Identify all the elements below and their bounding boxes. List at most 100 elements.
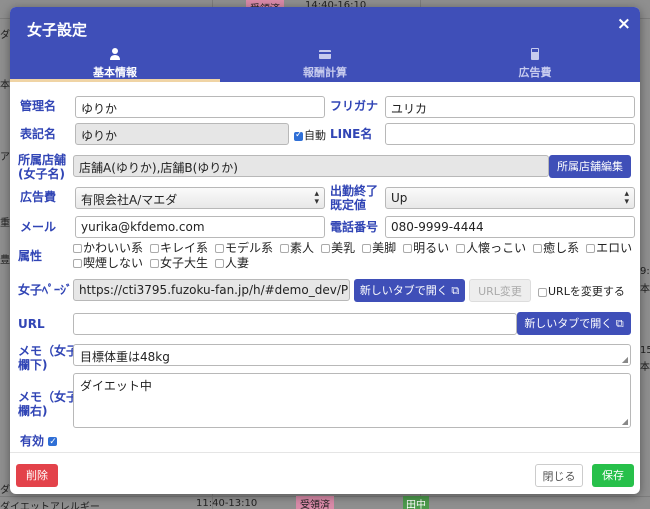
open-new-tab-label: 新しいタブで開く [524, 317, 613, 330]
bg-cell: 本 [640, 284, 650, 295]
ad-cost-select[interactable]: 有限会社A/マエダ ▴ ▾ [75, 187, 325, 209]
memo-right-label-line2: 欄右) [18, 404, 48, 418]
tab-label: 基本情報 [93, 66, 137, 79]
resize-handle-icon[interactable]: ◢ [622, 355, 628, 364]
memo-right-label-line1: メモ（女子 [18, 390, 79, 404]
attribute-label: モデル系 [225, 241, 274, 255]
attribute-checkbox[interactable]: エロい [586, 241, 632, 256]
auto-checkbox[interactable]: 自動 [294, 127, 326, 143]
store-label-line2: (女子名) [18, 167, 65, 181]
manager-name-input[interactable]: ゆりか [75, 96, 325, 118]
attribute-label: かわいい系 [83, 241, 144, 255]
open-new-tab-button[interactable]: 新しいタブで開く ⧉ [354, 279, 465, 302]
memo-right-textarea[interactable]: ダイエット中 ◢ [73, 373, 631, 428]
enabled-checkbox[interactable]: 有効 [20, 434, 58, 449]
attribute-checkbox[interactable]: 美脚 [362, 241, 396, 256]
bg-cell: 15 [640, 345, 650, 356]
checkbox-icon [362, 244, 372, 253]
checkbox-icon [538, 287, 547, 297]
bg-cell: 豊 [0, 255, 10, 266]
tab-label: 広告費 [518, 66, 552, 79]
tab-ad-cost[interactable]: 広告費 [430, 44, 640, 82]
checkbox-icon [403, 244, 413, 253]
checkbox-icon [73, 259, 82, 268]
attribute-checkbox[interactable]: モデル系 [215, 241, 273, 256]
store-edit-button[interactable]: 所属店舗編集 [549, 155, 631, 178]
ad-cost-label: 広告費 [20, 190, 57, 204]
checkbox-icon [215, 244, 225, 253]
memo-right-text: ダイエット中 [80, 379, 152, 393]
url-open-new-tab-button[interactable]: 新しいタブで開く ⧉ [517, 312, 631, 335]
store-field: 店舗A(ゆりか),店舗B(ゆりか) [73, 155, 549, 177]
attribute-checkbox[interactable]: キレイ系 [150, 241, 208, 256]
attribute-checkbox[interactable]: 女子大生 [150, 256, 208, 271]
memo-lower-label-line2: 欄下) [18, 358, 48, 372]
attribute-label: 癒し系 [543, 241, 580, 255]
attributes-label: 属性 [18, 249, 43, 263]
tab-reward-calc[interactable]: 報酬計算 [220, 44, 430, 82]
furigana-label: フリガナ [330, 99, 379, 113]
close-button[interactable]: 閉じる [535, 464, 583, 487]
bg-cell: 9:3 [640, 266, 650, 277]
checkbox-icon [150, 259, 160, 268]
modal-footer: 削除 閉じる 保存 [10, 452, 640, 494]
attribute-checkbox[interactable]: 癒し系 [533, 241, 579, 256]
attribute-checkbox[interactable]: 素人 [280, 241, 314, 256]
attribute-checkbox[interactable]: 喫煙しない [73, 256, 143, 271]
checkbox-icon [73, 244, 82, 253]
phone-input[interactable]: 080-9999-4444 [385, 216, 635, 238]
resize-handle-icon[interactable]: ◢ [622, 417, 628, 426]
attribute-checkbox[interactable]: 人妻 [215, 256, 249, 271]
url-change-check-label: URLを変更する [548, 285, 625, 298]
url-change-checkbox[interactable]: URLを変更する [538, 283, 625, 299]
attribute-label: 女子大生 [160, 256, 209, 270]
attribute-checkbox[interactable]: かわいい系 [73, 241, 143, 256]
attribute-label: 明るい [413, 241, 450, 255]
delete-button[interactable]: 削除 [16, 464, 58, 487]
auto-label: 自動 [304, 129, 326, 142]
line-name-input[interactable] [385, 123, 635, 145]
manager-name-label: 管理名 [20, 99, 57, 113]
url-label: URL [18, 317, 45, 331]
attribute-label: 喫煙しない [83, 256, 144, 270]
girl-page-url-field[interactable]: https://cti3795.fuzoku-fan.jp/h/#demo_de… [73, 279, 350, 301]
card-icon [319, 50, 331, 59]
attribute-label: 人妻 [225, 256, 250, 270]
attribute-label: エロい [596, 241, 633, 255]
close-icon[interactable]: × [617, 14, 631, 34]
attributes-group: かわいい系 キレイ系 モデル系 素人 美乳 美脚 明るい 人懐っこい 癒し系 エロい喫煙しない 女子… [73, 241, 640, 271]
attribute-checkbox[interactable]: 美乳 [321, 241, 355, 256]
phone-label: 電話番号 [330, 220, 379, 234]
attribute-checkbox[interactable]: 明るい [403, 241, 449, 256]
checkbox-icon [215, 259, 225, 268]
bg-badge: 受領済 [296, 496, 334, 509]
memo-lower-text: 目標体重は48kg [80, 350, 170, 364]
attribute-checkbox[interactable]: 人懐っこい [456, 241, 526, 256]
checkbox-icon [321, 244, 331, 253]
email-label: メール [20, 220, 57, 234]
shift-end-select[interactable]: Up ▴ ▾ [385, 187, 635, 209]
checkbox-checked-icon [294, 130, 303, 141]
memo-lower-textarea[interactable]: 目標体重は48kg ◢ [73, 344, 631, 366]
bg-memo: ダイエットアレルギー [0, 502, 100, 509]
tab-basic-info[interactable]: 基本情報 [10, 44, 220, 82]
girl-settings-modal: 女子設定 × 基本情報 報酬計算 広告費 管理名 ゆりか フリガナ ユリカ 表記… [10, 7, 640, 494]
url-change-button[interactable]: URL変更 [469, 279, 531, 302]
checkbox-icon [280, 244, 290, 253]
modal-title: 女子設定 [27, 21, 88, 39]
ad-cost-value: 有限会社A/マエダ [81, 193, 178, 207]
calculator-icon [531, 48, 539, 60]
store-label: 所属店舗 (女子名) [18, 153, 66, 181]
url-input[interactable] [73, 313, 517, 335]
attribute-label: 素人 [290, 241, 315, 255]
display-name-label: 表記名 [20, 127, 57, 141]
display-name-input[interactable]: ゆりか [75, 123, 289, 145]
email-input[interactable]: yurika@kfdemo.com [75, 216, 325, 238]
line-name-label: LINE名 [330, 127, 373, 141]
furigana-input[interactable]: ユリカ [385, 96, 635, 118]
user-icon [110, 48, 120, 60]
save-button[interactable]: 保存 [592, 464, 634, 487]
checkbox-icon [586, 244, 596, 253]
shift-end-label: 出勤終了 既定値 [330, 184, 378, 212]
external-link-icon: ⧉ [615, 317, 624, 330]
